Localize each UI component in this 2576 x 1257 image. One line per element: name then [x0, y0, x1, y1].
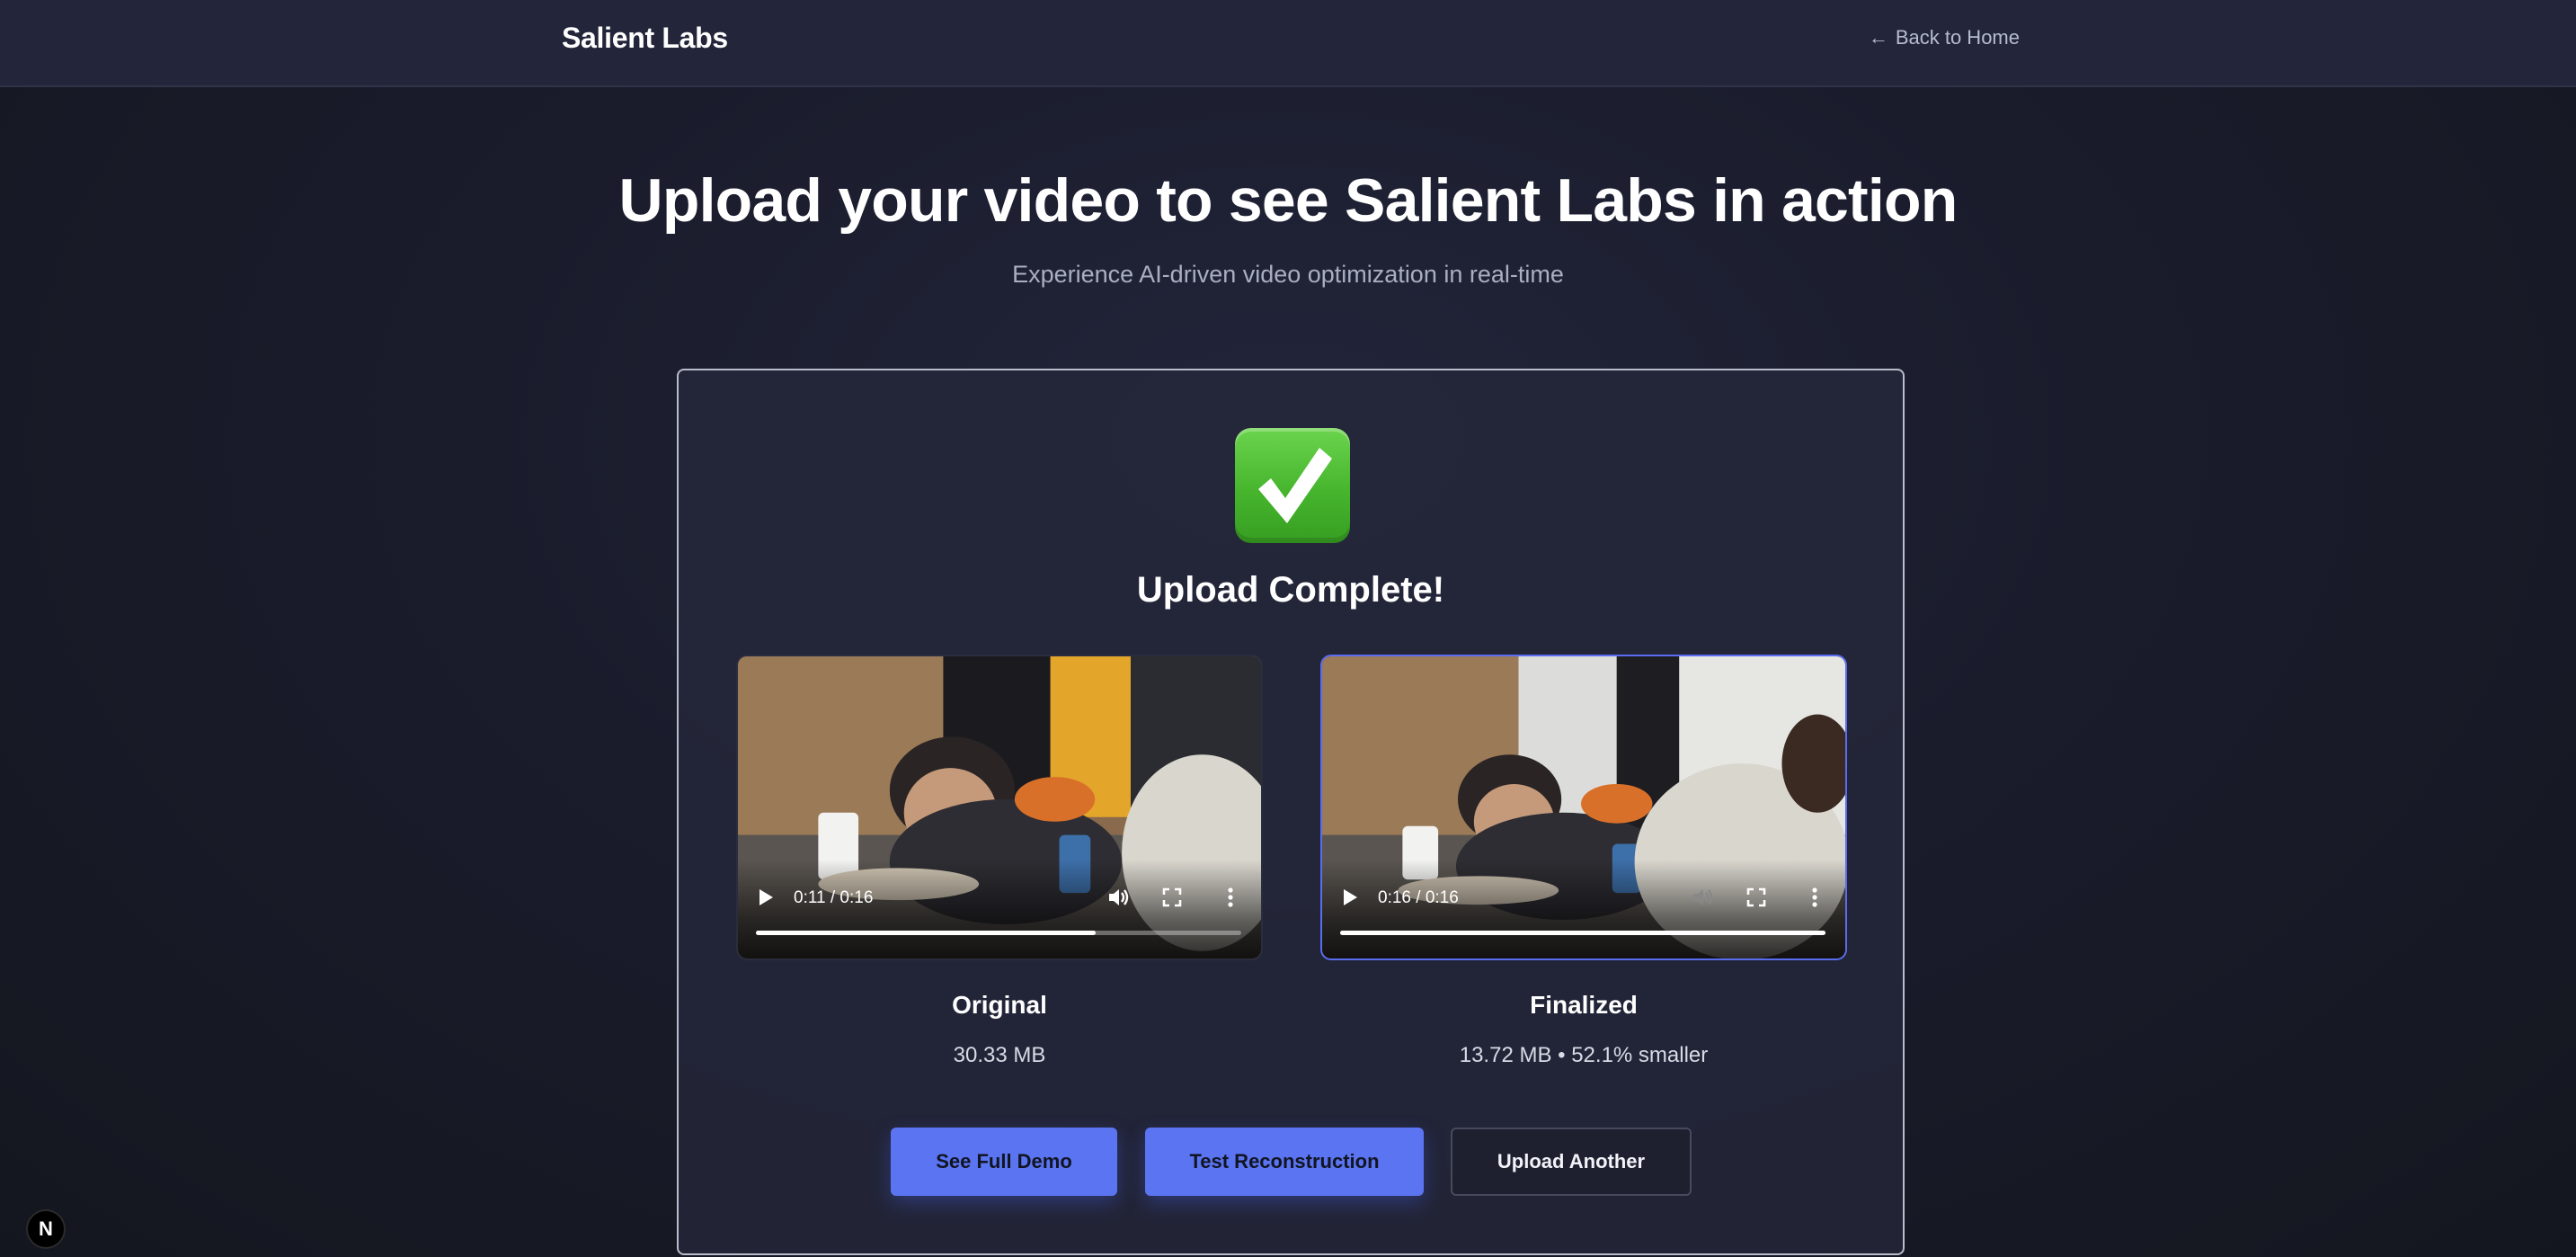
play-icon[interactable]: [759, 889, 773, 905]
upload-complete-title: Upload Complete!: [1136, 570, 1445, 610]
video-time: 0:16 / 0:16: [1378, 888, 1459, 907]
finalized-info: Finalized 13.72 MB • 52.1% smaller: [1320, 991, 1847, 1068]
page-title: Upload your video to see Salient Labs in…: [618, 166, 1959, 235]
video-time: 0:11 / 0:16: [794, 888, 874, 907]
top-nav-bar: Salient Labs ← Back to Home: [0, 0, 2576, 87]
brand-logo-text[interactable]: Salient Labs: [562, 22, 728, 55]
volume-icon[interactable]: [1107, 887, 1131, 908]
original-label: Original: [952, 991, 1047, 1019]
see-full-demo-button[interactable]: See Full Demo: [891, 1128, 1117, 1196]
arrow-left-icon: ←: [1868, 26, 1888, 49]
video-progress: [756, 931, 1096, 935]
video-seek-bar[interactable]: [756, 931, 1241, 935]
page-subtitle: Experience AI-driven video optimization …: [1012, 261, 1564, 288]
upload-result-card: Upload Complete! 0:11 / 0:16 0:16 / 0:16…: [677, 369, 1905, 1255]
volume-icon[interactable]: [1692, 887, 1715, 908]
original-video-player[interactable]: 0:11 / 0:16: [736, 655, 1263, 960]
fullscreen-icon[interactable]: [1746, 887, 1766, 907]
upload-another-button[interactable]: Upload Another: [1451, 1128, 1692, 1196]
finalized-label: Finalized: [1530, 991, 1638, 1019]
back-to-home-label: Back to Home: [1895, 26, 2020, 49]
checkmark-icon: [1235, 428, 1350, 543]
finalized-size: 13.72 MB • 52.1% smaller: [1459, 1043, 1709, 1067]
more-options-icon[interactable]: [1811, 887, 1818, 908]
dev-tools-badge[interactable]: N: [26, 1209, 66, 1249]
original-size: 30.33 MB: [953, 1043, 1046, 1067]
play-icon[interactable]: [1344, 889, 1357, 905]
back-to-home-link[interactable]: ← Back to Home: [1869, 26, 2020, 49]
more-options-icon[interactable]: [1227, 887, 1234, 908]
original-info: Original 30.33 MB: [736, 991, 1263, 1068]
finalized-video-player[interactable]: 0:16 / 0:16: [1320, 655, 1847, 960]
video-seek-bar[interactable]: [1340, 931, 1825, 935]
fullscreen-icon[interactable]: [1162, 887, 1182, 907]
test-reconstruction-button[interactable]: Test Reconstruction: [1145, 1128, 1424, 1196]
video-progress: [1340, 931, 1825, 935]
